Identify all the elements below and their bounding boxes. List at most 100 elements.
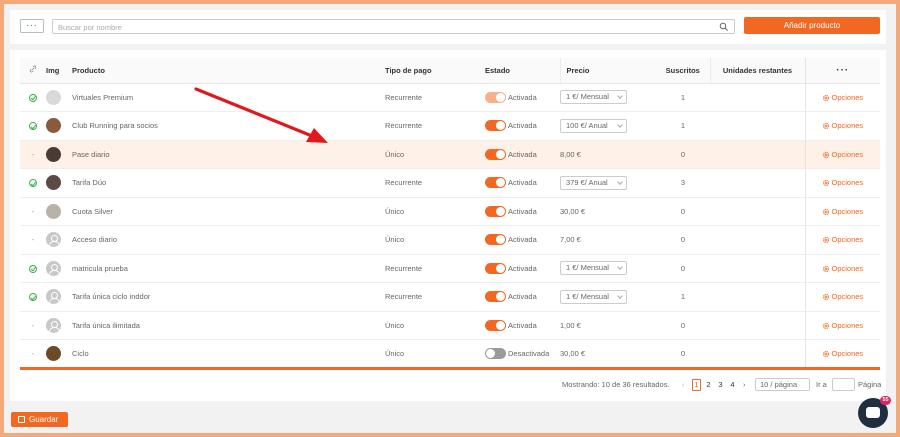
price-value: 1 €/ Mensual — [566, 291, 609, 301]
product-name[interactable]: Virtuales Premium — [72, 83, 385, 112]
options-button[interactable]: Opciones — [804, 254, 880, 283]
product-name[interactable]: Ciclo — [72, 339, 385, 369]
save-icon — [18, 416, 25, 423]
price-cell: 1 €/ Mensual — [560, 254, 656, 283]
payment-type: Único — [385, 311, 485, 340]
price-select[interactable]: 1 €/ Mensual — [560, 261, 627, 276]
status-cell-toggle: Desactivada — [485, 339, 560, 369]
header-precio[interactable]: Precio — [560, 58, 656, 84]
status-toggle[interactable] — [485, 91, 506, 103]
product-name[interactable]: Tarifa Dúo — [72, 168, 385, 198]
status-cell — [20, 168, 46, 198]
price-select[interactable]: 1 €/ Mensual — [560, 289, 627, 304]
options-button[interactable]: Opciones — [804, 168, 880, 198]
status-cell: - — [20, 339, 46, 369]
status-toggle[interactable] — [485, 348, 506, 360]
prev-page-button[interactable]: ‹ — [682, 379, 685, 391]
options-button[interactable]: Opciones — [804, 339, 880, 369]
options-button[interactable]: Opciones — [804, 282, 880, 312]
options-button[interactable]: Opciones — [804, 311, 880, 340]
per-page-select[interactable]: 10 / página — [755, 378, 810, 391]
remaining-units — [710, 282, 805, 312]
product-thumbnail — [46, 89, 61, 105]
options-button[interactable]: Opciones — [804, 83, 880, 112]
status-cell: - — [20, 225, 46, 255]
goto-page-input[interactable] — [832, 378, 855, 391]
search-input[interactable] — [58, 22, 698, 32]
options-label: Opciones — [831, 292, 864, 302]
options-label: Opciones — [831, 263, 864, 273]
column-options-button[interactable]: ··· — [804, 58, 880, 84]
search-icon[interactable] — [719, 22, 729, 32]
status-cell-toggle: Activada — [485, 197, 560, 226]
table-row: - Tarifa única ilimitada Único Activada … — [20, 311, 880, 340]
header-producto[interactable]: Producto — [72, 58, 385, 84]
status-dash: - — [31, 320, 35, 330]
product-thumbnail — [46, 203, 61, 219]
price-cell: 30,00 € — [560, 197, 656, 226]
page-2[interactable]: 2 — [704, 379, 713, 391]
save-button[interactable]: Guardar — [11, 412, 68, 427]
price-select[interactable]: 1 €/ Mensual — [560, 90, 627, 105]
subscribers-count: 1 — [656, 282, 710, 312]
price-select[interactable]: 379 €/ Anual — [560, 175, 627, 190]
page-1[interactable]: 1 — [692, 379, 701, 391]
status-toggle[interactable] — [485, 319, 506, 331]
options-button[interactable]: Opciones — [804, 140, 880, 169]
page-3[interactable]: 3 — [716, 379, 725, 391]
more-menu-button[interactable]: ··· — [20, 19, 44, 33]
header-suscritos[interactable]: Suscritos — [656, 58, 711, 84]
header-unidades-restantes[interactable]: Unidades restantes — [710, 58, 805, 84]
product-name[interactable]: Acceso diario — [72, 225, 385, 255]
status-toggle[interactable] — [485, 205, 506, 217]
product-name[interactable]: Club Running para socios — [72, 111, 385, 141]
product-name[interactable]: Tarifa única ciclo inddor — [72, 282, 385, 312]
products-table: Img Producto Tipo de pago Estado Precio … — [20, 58, 880, 369]
status-check-icon — [29, 264, 37, 273]
options-button[interactable]: Opciones — [804, 197, 880, 226]
gear-icon — [822, 151, 829, 158]
status-toggle[interactable] — [485, 291, 506, 303]
remaining-units — [710, 339, 805, 369]
status-check-icon — [29, 293, 37, 302]
chat-badge: 55 — [880, 396, 891, 405]
price-cell: 7,00 € — [560, 225, 656, 255]
status-toggle[interactable] — [485, 234, 506, 246]
price-value: 7,00 € — [560, 235, 581, 245]
product-name[interactable]: matricula prueba — [72, 254, 385, 283]
product-thumbnail — [46, 175, 61, 191]
product-name[interactable]: Pase diario — [72, 140, 385, 169]
product-thumbnail — [46, 346, 61, 362]
product-name[interactable]: Tarifa única ilimitada — [72, 311, 385, 340]
chat-launcher[interactable]: 55 — [858, 396, 891, 428]
status-toggle[interactable] — [485, 262, 506, 274]
payment-type: Recurrente — [385, 254, 485, 283]
price-cell: 30,00 € — [560, 339, 656, 369]
status-toggle[interactable] — [485, 177, 506, 189]
status-toggle[interactable] — [485, 148, 506, 160]
price-select[interactable]: 100 €/ Anual — [560, 118, 627, 133]
chevron-down-icon — [617, 292, 623, 299]
next-page-button[interactable]: › — [743, 379, 746, 391]
page-4[interactable]: 4 — [728, 379, 737, 391]
add-product-button[interactable]: Añadir producto — [744, 17, 880, 34]
header-estado[interactable]: Estado — [485, 58, 561, 84]
product-name[interactable]: Cuota Silver — [72, 197, 385, 226]
table-row: Tarifa única ciclo inddor Recurrente Act… — [20, 282, 880, 312]
gear-icon — [822, 322, 829, 329]
status-cell: - — [20, 311, 46, 340]
scrollbar[interactable] — [20, 367, 880, 370]
chat-icon — [866, 407, 880, 418]
options-button[interactable]: Opciones — [804, 225, 880, 255]
status-dash: - — [31, 349, 35, 359]
status-label: Activada — [508, 149, 537, 159]
options-button[interactable]: Opciones — [804, 111, 880, 141]
gear-icon — [822, 265, 829, 272]
status-dash: - — [31, 235, 35, 245]
header-tipo-pago[interactable]: Tipo de pago — [385, 58, 485, 84]
status-check-icon — [29, 122, 37, 131]
options-label: Opciones — [831, 320, 864, 330]
status-toggle[interactable] — [485, 120, 506, 132]
search-box[interactable] — [52, 19, 735, 34]
per-page-value: 10 / página — [760, 380, 798, 389]
